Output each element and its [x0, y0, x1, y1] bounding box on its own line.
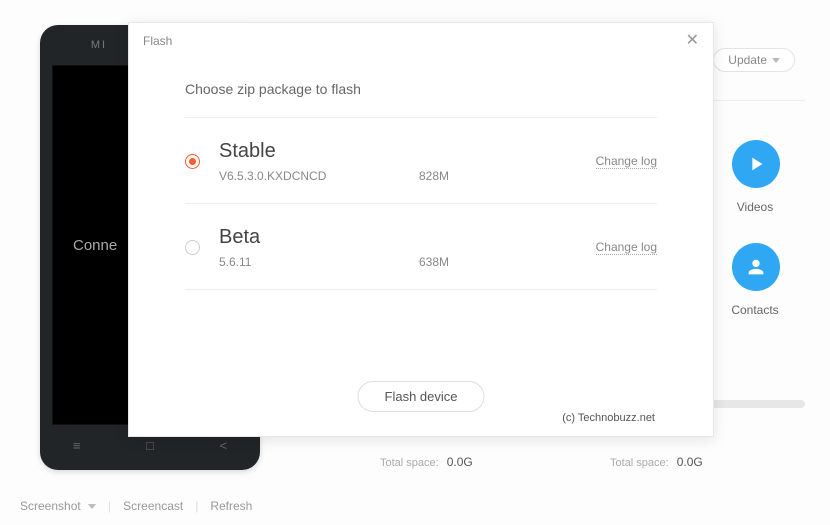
separator: |: [195, 499, 198, 513]
watermark-text: (c) Technobuzz.net: [562, 412, 655, 424]
radio-beta[interactable]: [185, 240, 200, 255]
screencast-button[interactable]: Screencast: [123, 499, 183, 513]
videos-icon[interactable]: [732, 140, 780, 188]
total-space-value: 0.0G: [447, 455, 473, 469]
total-space-label: Total space:: [380, 457, 439, 469]
changelog-link[interactable]: Change log: [596, 240, 657, 255]
total-space-value: 0.0G: [677, 455, 703, 469]
modal-title: Flash: [143, 34, 172, 48]
modal-prompt: Choose zip package to flash: [185, 81, 657, 97]
option-version: 5.6.11: [219, 255, 419, 269]
modal-header: Flash ✕: [129, 23, 713, 59]
total-space-left: Total space: 0.0G: [380, 455, 473, 469]
phone-logo: MI: [91, 39, 107, 51]
flash-option-beta[interactable]: Beta 5.6.11 638M Change log: [185, 203, 657, 290]
option-size: 828M: [419, 169, 519, 183]
nav-back-icon: <: [220, 438, 228, 453]
option-size: 638M: [419, 255, 519, 269]
changelog-link[interactable]: Change log: [596, 154, 657, 169]
flash-option-stable[interactable]: Stable V6.5.3.0.KXDCNCD 828M Change log: [185, 117, 657, 203]
option-version: V6.5.3.0.KXDCNCD: [219, 169, 419, 183]
refresh-button[interactable]: Refresh: [210, 499, 252, 513]
update-button[interactable]: Update: [713, 48, 795, 72]
screenshot-label: Screenshot: [20, 499, 81, 513]
play-triangle-icon: [745, 153, 767, 175]
contacts-label: Contacts: [720, 303, 790, 317]
contacts-icon[interactable]: [732, 243, 780, 291]
phone-status-text: Conne: [73, 237, 117, 254]
radio-stable[interactable]: [185, 154, 200, 169]
nav-menu-icon: ≡: [73, 438, 81, 453]
flash-modal: Flash ✕ Choose zip package to flash Stab…: [128, 22, 714, 437]
bottom-toolbar: Screenshot | Screencast | Refresh: [20, 499, 252, 513]
separator: |: [108, 499, 111, 513]
total-space-right: Total space: 0.0G: [610, 455, 703, 469]
chevron-down-icon: [88, 504, 96, 509]
update-label: Update: [728, 53, 767, 67]
total-space-label: Total space:: [610, 457, 669, 469]
flash-device-button[interactable]: Flash device: [358, 381, 485, 412]
option-name: Beta: [219, 226, 596, 249]
option-name: Stable: [219, 140, 596, 163]
person-icon: [745, 256, 767, 278]
close-icon[interactable]: ✕: [686, 33, 699, 49]
videos-label: Videos: [720, 200, 790, 214]
chevron-down-icon: [772, 58, 780, 63]
nav-home-icon: □: [146, 438, 154, 453]
modal-body: Choose zip package to flash Stable V6.5.…: [129, 59, 713, 290]
screenshot-button[interactable]: Screenshot: [20, 499, 96, 513]
